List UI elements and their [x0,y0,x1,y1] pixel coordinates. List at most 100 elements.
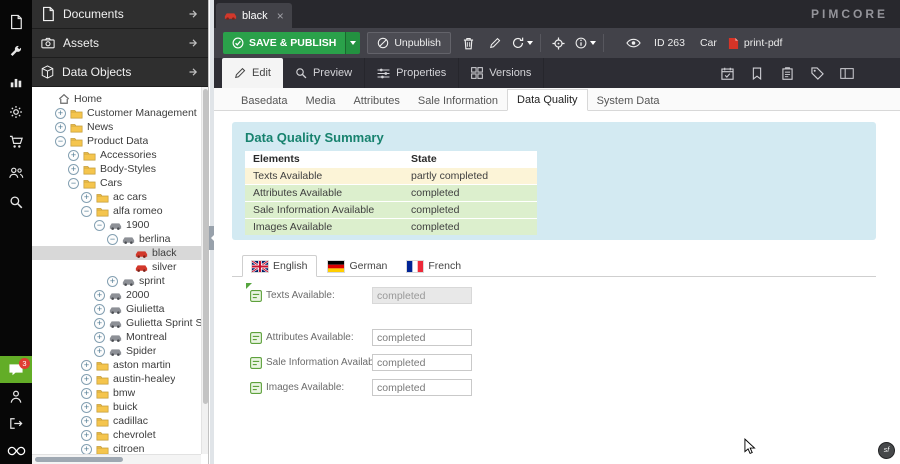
notifications-button[interactable]: 3 [0,356,32,383]
tree-item-austin-healey[interactable]: +austin-healey [32,372,201,386]
collapse-icon[interactable]: − [55,136,66,147]
user-profile-button[interactable] [0,383,32,410]
expand-icon[interactable]: + [94,304,105,315]
editor-tab-properties[interactable]: Properties [365,58,459,88]
collapse-icon[interactable]: − [68,178,79,189]
expand-icon[interactable]: + [81,416,92,427]
tree-item-ac-cars[interactable]: +ac cars [32,190,201,204]
delete-button[interactable] [458,32,478,54]
layout-tab-sale-information[interactable]: Sale Information [409,91,507,111]
print-pdf-button[interactable]: print-pdf [728,37,783,50]
settings-nav-button[interactable] [0,97,32,127]
tree-item-montreal[interactable]: +Montreal [32,330,201,344]
tree-item-citroen[interactable]: +citroen [32,442,201,454]
tree-item-gulietta-sprint-specia[interactable]: +Gulietta Sprint Specia [32,316,201,330]
tools-nav-button[interactable] [0,37,32,67]
editor-tab-versions[interactable]: Versions [459,58,544,88]
tree-item-customer-management[interactable]: +Customer Management [32,106,201,120]
tree-item-cars[interactable]: −Cars [32,176,201,190]
expand-icon[interactable]: + [94,346,105,357]
expand-icon[interactable]: + [94,318,105,329]
field-input-attributes-available[interactable] [372,329,472,346]
expand-icon[interactable]: + [94,290,105,301]
tree-item-body-styles[interactable]: +Body-Styles [32,162,201,176]
tree-item-chevrolet[interactable]: +chevrolet [32,428,201,442]
close-tab-icon[interactable]: × [277,10,284,22]
tree-item-1900[interactable]: −1900 [32,218,201,232]
expand-icon[interactable]: + [94,332,105,343]
ecommerce-nav-button[interactable] [0,127,32,157]
info-button[interactable] [575,37,596,49]
notes-events-button[interactable] [772,58,802,88]
vertical-scrollbar-thumb[interactable] [203,89,208,404]
editor-tab-edit[interactable]: Edit [222,58,283,88]
collapse-icon[interactable]: − [94,220,105,231]
tree-item-berlina[interactable]: −berlina [32,232,201,246]
field-input-images-available[interactable] [372,379,472,396]
bookmark-button[interactable] [742,58,772,88]
accordion-data-objects[interactable]: Data Objects [32,58,208,87]
expand-icon[interactable]: + [68,164,79,175]
expand-icon[interactable]: + [55,122,66,133]
tree-item-sprint[interactable]: +sprint [32,274,201,288]
expand-icon[interactable]: + [81,402,92,413]
pimcore-logo[interactable] [0,437,32,464]
expand-icon[interactable]: + [55,108,66,119]
reports-nav-button[interactable] [0,67,32,97]
horizontal-scrollbar-thumb[interactable] [35,457,123,462]
expand-icon[interactable]: + [81,388,92,399]
collapse-icon[interactable]: − [81,206,92,217]
editor-tab-preview[interactable]: Preview [283,58,365,88]
documents-nav-button[interactable] [0,7,32,37]
field-input-texts-available[interactable] [372,287,472,304]
accordion-assets[interactable]: Assets [32,29,208,58]
custom-layout-button[interactable] [832,58,862,88]
rename-button[interactable] [485,32,505,54]
tree-horizontal-scrollbar[interactable] [32,454,201,464]
expand-icon[interactable]: + [81,430,92,441]
expand-icon[interactable]: + [68,150,79,161]
unpublish-button[interactable]: Unpublish [367,32,451,54]
expand-icon[interactable]: + [81,444,92,455]
expand-icon[interactable]: + [81,374,92,385]
collapse-icon[interactable]: − [107,234,118,245]
layout-tab-system-data[interactable]: System Data [588,91,669,111]
layout-tab-media[interactable]: Media [296,91,344,111]
tree-item-bmw[interactable]: +bmw [32,386,201,400]
tree-item-accessories[interactable]: +Accessories [32,148,201,162]
tree-item-2000[interactable]: +2000 [32,288,201,302]
logout-button[interactable] [0,410,32,437]
tree-item-black[interactable]: black [32,246,201,260]
tree-item-cadillac[interactable]: +cadillac [32,414,201,428]
tree-item-news[interactable]: +News [32,120,201,134]
search-nav-button[interactable] [0,187,32,217]
schedule-button[interactable] [712,58,742,88]
open-preview-button[interactable] [623,32,643,54]
tree-item-product-data[interactable]: −Product Data [32,134,201,148]
reload-button[interactable] [512,37,533,49]
locate-in-tree-button[interactable] [548,32,568,54]
tree-item-buick[interactable]: +buick [32,400,201,414]
tree-item-alfa-romeo[interactable]: −alfa romeo [32,204,201,218]
tree-item-silver[interactable]: silver [32,260,201,274]
tags-button[interactable] [802,58,832,88]
layout-tab-basedata[interactable]: Basedata [232,91,296,111]
expand-icon[interactable]: + [81,192,92,203]
debug-toolbar-toggle[interactable]: sf [878,442,895,459]
tree-item-spider[interactable]: +Spider [32,344,201,358]
language-tab-german[interactable]: German [319,255,396,277]
users-nav-button[interactable] [0,157,32,187]
field-input-sale-information-available[interactable] [372,354,472,371]
save-publish-button[interactable]: SAVE & PUBLISH [223,32,360,54]
object-tab-black[interactable]: black × [216,3,292,28]
language-tab-english[interactable]: English [242,255,317,277]
layout-tab-attributes[interactable]: Attributes [344,91,408,111]
expand-icon[interactable]: + [107,276,118,287]
expand-icon[interactable]: + [81,360,92,371]
layout-tab-data-quality[interactable]: Data Quality [507,89,588,111]
tree-item-aston-martin[interactable]: +aston martin [32,358,201,372]
tree-vertical-scrollbar[interactable] [201,87,208,454]
tree-item-home[interactable]: Home [32,92,201,106]
accordion-documents[interactable]: Documents [32,0,208,29]
tree-item-giulietta[interactable]: +Giulietta [32,302,201,316]
